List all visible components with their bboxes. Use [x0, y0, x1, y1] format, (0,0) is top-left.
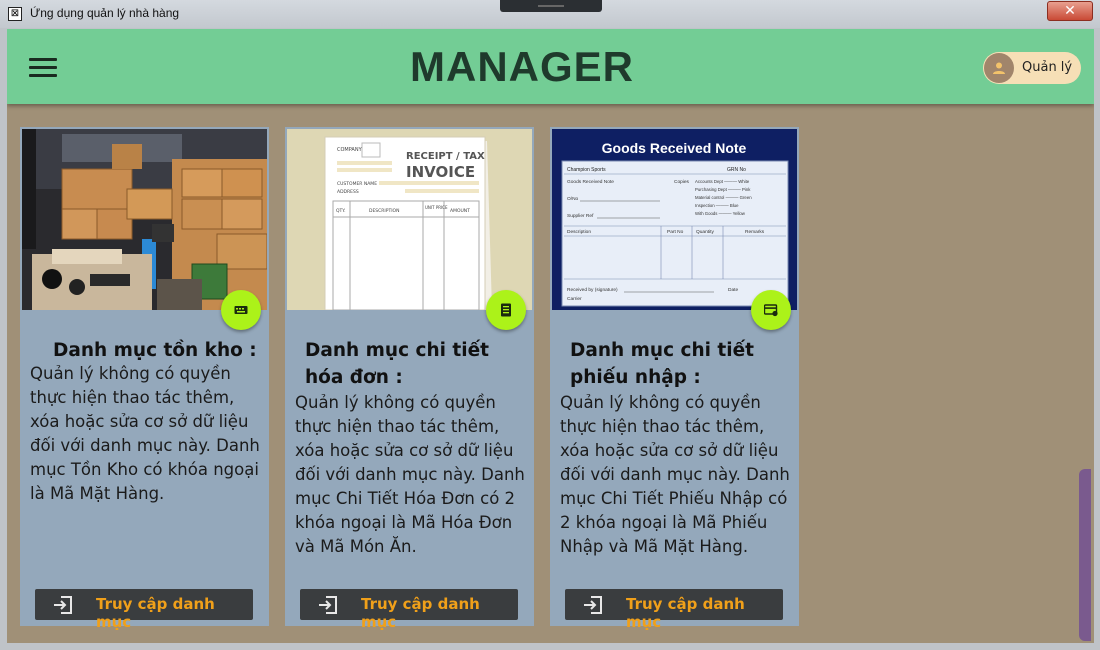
window-bottom-border: [0, 643, 1100, 650]
grn-copy-4: Inspection ——— Blue: [695, 203, 739, 208]
grn-copy-2: Purchasing Dept ——— Pink: [695, 187, 751, 192]
goods-received-note-image: Goods Received Note Champion Sports GRN …: [552, 129, 797, 310]
page-title: MANAGER: [410, 43, 634, 90]
login-icon: [54, 596, 72, 614]
category-card-invoice-detail: COMPANY RECEIPT / TAX INVOICE CUSTOMER N…: [285, 127, 534, 631]
grn-copy-1: Accounts Dept ——— White: [695, 179, 750, 184]
app-icon: ⊠: [8, 7, 22, 21]
category-card-inventory: Danh mục tồn kho : Quản lý không có quyề…: [20, 127, 269, 631]
login-icon: [584, 596, 602, 614]
button-label: Truy cập danh mục: [96, 595, 215, 631]
inventory-image: [22, 129, 267, 310]
keyboard-icon: [234, 306, 248, 314]
access-category-button[interactable]: Truy cập danh mục: [300, 589, 518, 631]
grn-supplier-ref: Supplier Ref: [567, 213, 594, 219]
grn-carrier: Carrier: [567, 296, 582, 302]
access-category-button[interactable]: Truy cập danh mục: [565, 589, 783, 631]
grn-col-remarks: Remarks: [745, 229, 765, 235]
invoice-fab[interactable]: [486, 290, 526, 330]
grn-col-part-no: Part No: [667, 229, 684, 235]
scrollbar-thumb[interactable]: [1079, 469, 1091, 641]
card-title: Danh mục tồn kho :: [53, 340, 257, 361]
grn-received-by: Received by (signature): [567, 287, 618, 293]
receipt-icon: [501, 303, 511, 317]
invoice-col-qty: QTY.: [336, 208, 346, 214]
invoice-col-description: DESCRIPTION: [369, 208, 399, 214]
invoice-address-label: ADDRESS: [337, 189, 359, 195]
grn-copy-5: With Goods ——— Yellow: [695, 211, 746, 216]
grn-date: Date: [728, 287, 738, 293]
invoice-col-unit-price: UNIT PRICE: [425, 205, 448, 210]
window-title: Ứng dụng quản lý nhà hàng: [30, 6, 180, 20]
grn-order-no: O/No: [567, 196, 579, 202]
grn-copy-3: Material control ——— Green: [695, 195, 752, 200]
card-title: Danh mục chi tiết phiếu nhập :: [570, 340, 754, 388]
invoice-heading-line2: INVOICE: [406, 163, 475, 181]
window-titlebar[interactable]: ⊠ Ứng dụng quản lý nhà hàng ✕: [0, 0, 1100, 28]
grn-no-label: GRN No: [727, 167, 746, 173]
payment-card-icon: [764, 304, 778, 317]
receipt-fab[interactable]: [751, 290, 791, 330]
grn-company: Champion Sports: [567, 167, 606, 173]
grn-heading: Goods Received Note: [602, 140, 747, 156]
user-menu-button[interactable]: Quản lý: [983, 52, 1081, 84]
inventory-fab[interactable]: [221, 290, 261, 330]
invoice-image: COMPANY RECEIPT / TAX INVOICE CUSTOMER N…: [287, 129, 532, 310]
card-description: Quản lý không có quyền thực hiện thao tá…: [295, 393, 525, 556]
invoice-heading-line1: RECEIPT / TAX: [406, 151, 485, 162]
invoice-company-label: COMPANY: [337, 147, 363, 153]
close-button[interactable]: ✕: [1047, 1, 1093, 21]
app-frame: MANAGER Quản lý Danh mục tồn kho: Quản …: [7, 29, 1094, 643]
card-description: Quản lý không có quyền thực hiện thao tá…: [560, 393, 790, 556]
invoice-col-amount: AMOUNT: [450, 208, 470, 214]
app-header: MANAGER Quản lý: [7, 29, 1094, 104]
drag-handle[interactable]: [500, 0, 602, 12]
grn-col-quantity: Quantity: [696, 229, 714, 235]
grn-copies-label: Copies: [674, 179, 690, 185]
category-card-receipt-detail: Goods Received Note Champion Sports GRN …: [550, 127, 799, 631]
grn-col-description: Description: [567, 229, 591, 235]
grn-form-name: Goods Received Note: [567, 179, 614, 185]
access-category-button[interactable]: Truy cập danh mục: [35, 589, 253, 631]
card-description: Quản lý không có quyền thực hiện thao tá…: [30, 364, 260, 503]
button-label: Truy cập danh mục: [626, 595, 745, 631]
user-label: Quản lý: [1022, 60, 1073, 75]
button-label: Truy cập danh mục: [361, 595, 480, 631]
login-icon: [319, 596, 337, 614]
user-icon: [993, 62, 1005, 74]
avatar: [984, 53, 1014, 83]
invoice-customer-label: CUSTOMER NAME: [337, 181, 377, 187]
card-title: Danh mục chi tiết hóa đơn :: [305, 340, 489, 388]
